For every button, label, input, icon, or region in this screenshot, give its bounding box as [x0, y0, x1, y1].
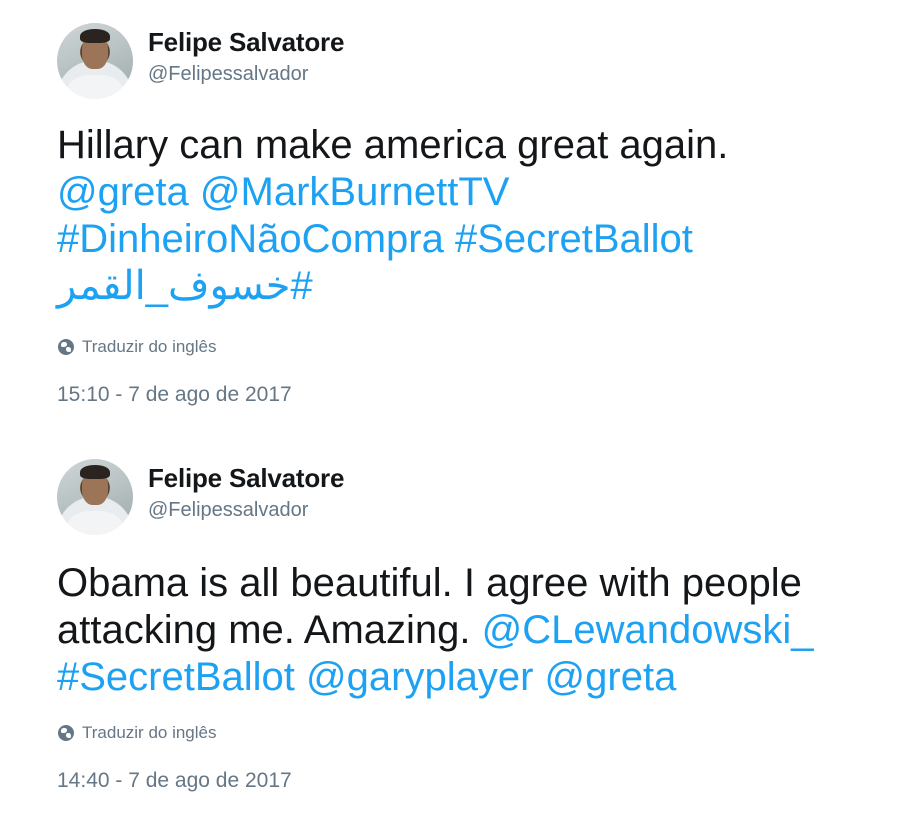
avatar-shirt — [67, 511, 123, 535]
tweet-text-segment: Hillary can make america great again. — [57, 123, 729, 167]
hashtag-link[interactable]: #SecretBallot — [57, 655, 295, 699]
tweet-line: Obama is all beautiful. I agree with peo… — [57, 560, 897, 607]
user-handle[interactable]: @Felipessalvador — [148, 63, 308, 86]
hashtag-link[interactable]: #DinheiroNãoCompra — [57, 217, 444, 261]
translate-button[interactable]: Traduzir do inglês — [58, 337, 217, 357]
mention-link[interactable]: @greta — [57, 170, 189, 214]
tweet-text-segment — [444, 217, 455, 261]
tweet-text-segment — [533, 655, 544, 699]
tweet-line: #SecretBallot @garyplayer @greta — [57, 654, 897, 701]
tweet-line: #خسوف_القمر — [57, 263, 897, 310]
avatar-shirt — [67, 75, 123, 99]
avatar-hair — [80, 465, 110, 479]
tweet-line: #DinheiroNãoCompra #SecretBallot — [57, 216, 897, 263]
translate-label: Traduzir do inglês — [82, 723, 217, 742]
avatar[interactable] — [57, 23, 133, 99]
tweet-line: Hillary can make america great again. — [57, 122, 897, 169]
translate-label: Traduzir do inglês — [82, 337, 217, 356]
hashtag-link[interactable]: #SecretBallot — [455, 217, 693, 261]
display-name[interactable]: Felipe Salvatore — [148, 27, 344, 58]
tweet-text-segment — [295, 655, 306, 699]
tweet-text-segment: attacking me. Amazing. — [57, 608, 482, 652]
tweet-timestamp[interactable]: 14:40 - 7 de ago de 2017 — [57, 769, 292, 793]
avatar[interactable] — [57, 459, 133, 535]
tweet-timestamp[interactable]: 15:10 - 7 de ago de 2017 — [57, 383, 292, 407]
translate-button[interactable]: Traduzir do inglês — [58, 723, 217, 743]
globe-icon — [58, 725, 74, 741]
mention-link[interactable]: @greta — [545, 655, 677, 699]
tweet-text-segment — [189, 170, 200, 214]
avatar-hair — [80, 29, 110, 43]
globe-icon — [58, 339, 74, 355]
tweet-text-segment: Obama is all beautiful. I agree with peo… — [57, 561, 802, 605]
mention-link[interactable]: @CLewandowski_ — [482, 608, 814, 652]
mention-link[interactable]: @MarkBurnettTV — [200, 170, 510, 214]
tweet-text: Hillary can make america great again. @g… — [57, 122, 897, 310]
user-handle[interactable]: @Felipessalvador — [148, 499, 308, 522]
display-name[interactable]: Felipe Salvatore — [148, 463, 344, 494]
tweet-line: attacking me. Amazing. @CLewandowski_ — [57, 607, 897, 654]
tweet-text: Obama is all beautiful. I agree with peo… — [57, 560, 897, 701]
hashtag-link[interactable]: #خسوف_القمر — [57, 263, 313, 310]
tweet-line: @greta @MarkBurnettTV — [57, 169, 897, 216]
mention-link[interactable]: @garyplayer — [306, 655, 533, 699]
